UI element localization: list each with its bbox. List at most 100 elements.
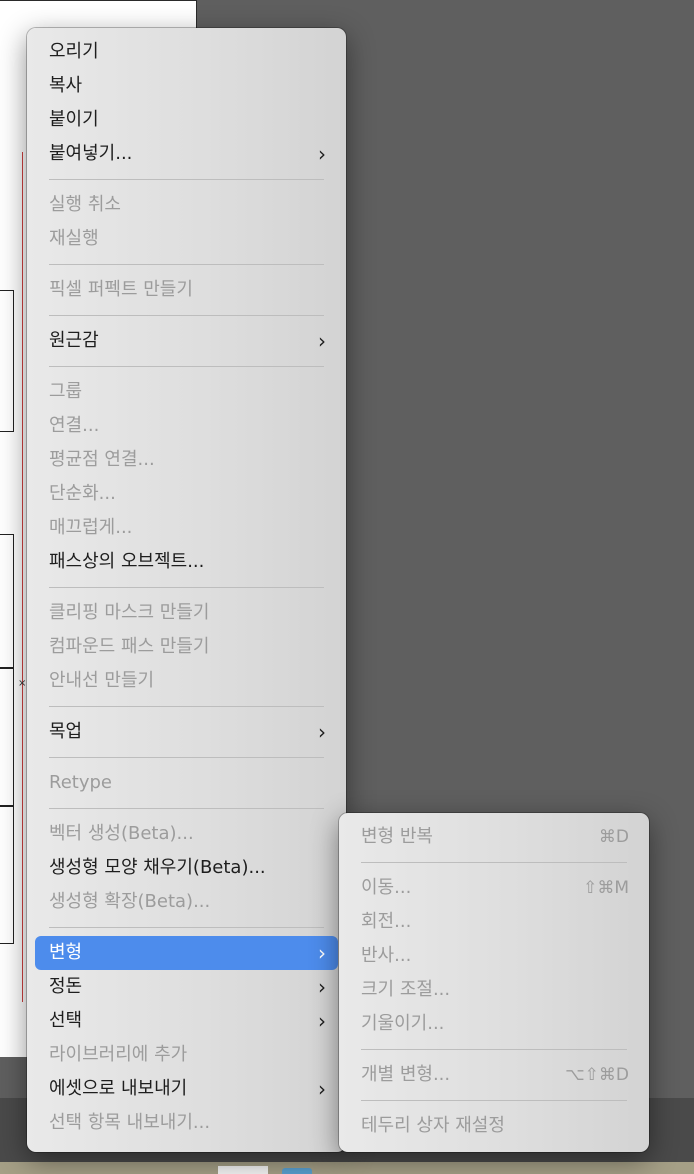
menu-item-label: 선택 항목 내보내기... [49,1112,211,1133]
artboard-frame [0,806,14,944]
dock-item[interactable] [282,1168,312,1174]
menu-item-label: 연결... [49,415,100,436]
menu-item-에셋으로-내보내기[interactable]: 에셋으로 내보내기 › [35,1072,338,1106]
chevron-right-icon: › [318,1009,326,1033]
menu-item-원근감[interactable]: 원근감 › [35,324,338,358]
menu-item-복사[interactable]: 복사 [35,69,338,103]
menu-item-label: 라이브러리에 추가 [49,1044,188,1065]
chevron-right-icon: › [318,142,326,166]
artboard-frame [0,668,14,806]
menu-item-붙여넣기[interactable]: 붙여넣기... › [35,137,338,171]
submenu-item-테두리-상자-재설정: 테두리 상자 재설정 [347,1109,641,1143]
menu-item-label: 변형 [49,942,83,963]
menu-separator [49,315,324,316]
menu-item-정돈[interactable]: 정돈 › [35,970,338,1004]
menu-item-선택[interactable]: 선택 › [35,1004,338,1038]
menu-item-label: 픽셀 퍼펙트 만들기 [49,279,193,300]
menu-item-label: 실행 취소 [49,194,121,215]
menu-separator [49,366,324,367]
menu-item-목업[interactable]: 목업 › [35,715,338,749]
menu-item-label: 생성형 모양 채우기(Beta)... [49,857,266,878]
menu-item-label: 그룹 [49,381,83,402]
menu-item-생성형-모양-채우기Beta[interactable]: 생성형 모양 채우기(Beta)... [35,851,338,885]
submenu-item-label: 크기 조절... [361,979,451,1000]
submenu-item-크기-조절: 크기 조절... [347,973,641,1007]
menu-item-라이브러리에-추가: 라이브러리에 추가 [35,1038,338,1072]
keyboard-shortcut: ⇧⌘M [583,878,629,898]
submenu-item-label: 회전... [361,911,412,932]
submenu-item-개별-변형: 개별 변형... ⌥⇧⌘D [347,1058,641,1092]
menu-item-붙이기[interactable]: 붙이기 [35,103,338,137]
menu-separator [49,179,324,180]
menu-item-매끄럽게: 매끄럽게... [35,511,338,545]
menu-separator [49,587,324,588]
menu-item-label: 정돈 [49,976,83,997]
menu-item-label: Retype [49,772,112,793]
chevron-right-icon: › [318,975,326,999]
submenu-item-label: 이동... [361,877,412,898]
menu-separator [49,927,324,928]
menu-item-클리핑-마스크-만들기: 클리핑 마스크 만들기 [35,596,338,630]
submenu-item-label: 테두리 상자 재설정 [361,1115,505,1136]
keyboard-shortcut: ⌘D [598,827,629,847]
menu-separator [361,1049,627,1050]
submenu-item-label: 반사... [361,945,412,966]
menu-item-평균점-연결: 평균점 연결... [35,443,338,477]
menu-item-단순화: 단순화... [35,477,338,511]
menu-item-재실행: 재실행 [35,222,338,256]
menu-item-label: 컴파운드 패스 만들기 [49,636,210,657]
menu-separator [361,862,627,863]
chevron-right-icon: › [318,720,326,744]
context-menu: 오리기복사붙이기붙여넣기... › 실행 취소재실행픽셀 퍼펙트 만들기원근감 › 그룹… [27,28,346,1152]
menu-item-label: 생성형 확장(Beta)... [49,891,211,912]
guide-line [22,152,23,1002]
menu-item-label: 에셋으로 내보내기 [49,1078,188,1099]
menu-item-label: 목업 [49,721,83,742]
menu-item-label: 매끄럽게... [49,517,133,538]
anchor-point-icon: × [18,678,27,689]
menu-item-안내선-만들기: 안내선 만들기 [35,664,338,698]
submenu-item-label: 변형 반복 [361,826,433,847]
menu-item-label: 원근감 [49,330,99,351]
menu-item-label: 붙여넣기... [49,143,133,164]
menu-item-label: 평균점 연결... [49,449,155,470]
menu-item-label: 벡터 생성(Beta)... [49,823,194,844]
menu-item-Retype: Retype [35,766,338,800]
menu-item-label: 클리핑 마스크 만들기 [49,602,210,623]
menu-item-벡터-생성Beta: 벡터 생성(Beta)... [35,817,338,851]
chevron-right-icon: › [318,329,326,353]
menu-item-label: 재실행 [49,228,99,249]
menu-item-label: 단순화... [49,483,116,504]
menu-item-픽셀-퍼펙트-만들기: 픽셀 퍼펙트 만들기 [35,273,338,307]
menu-separator [49,757,324,758]
menu-item-label: 패스상의 오브젝트... [49,551,205,572]
menu-item-오리기[interactable]: 오리기 [35,35,338,69]
menu-item-label: 붙이기 [49,109,99,130]
submenu-item-label: 개별 변형... [361,1064,451,1085]
submenu-item-회전: 회전... [347,905,641,939]
menu-item-label: 오리기 [49,41,99,62]
artboard-frame [0,534,14,668]
menu-item-실행-취소: 실행 취소 [35,188,338,222]
submenu-item-기울이기: 기울이기... [347,1007,641,1041]
menu-separator [49,706,324,707]
dock-item[interactable] [218,1166,268,1174]
menu-separator [361,1100,627,1101]
menu-item-선택-항목-내보내기: 선택 항목 내보내기... [35,1106,338,1140]
menu-item-변형[interactable]: 변형 › [35,936,338,970]
keyboard-shortcut: ⌥⇧⌘D [565,1065,629,1085]
menu-item-패스상의-오브젝트[interactable]: 패스상의 오브젝트... [35,545,338,579]
menu-item-생성형-확장Beta: 생성형 확장(Beta)... [35,885,338,919]
menu-item-label: 안내선 만들기 [49,670,155,691]
artboard-frame [0,290,14,432]
menu-item-label: 복사 [49,75,83,96]
menu-item-그룹: 그룹 [35,375,338,409]
submenu-item-반사: 반사... [347,939,641,973]
chevron-right-icon: › [318,941,326,965]
menu-item-label: 선택 [49,1010,83,1031]
menu-item-컴파운드-패스-만들기: 컴파운드 패스 만들기 [35,630,338,664]
menu-separator [49,808,324,809]
submenu-item-변형-반복: 변형 반복 ⌘D [347,820,641,854]
submenu-item-이동: 이동... ⇧⌘M [347,871,641,905]
transform-submenu: 변형 반복 ⌘D 이동... ⇧⌘M 회전... 반사... 크기 조절... 기울이기...… [339,813,649,1152]
